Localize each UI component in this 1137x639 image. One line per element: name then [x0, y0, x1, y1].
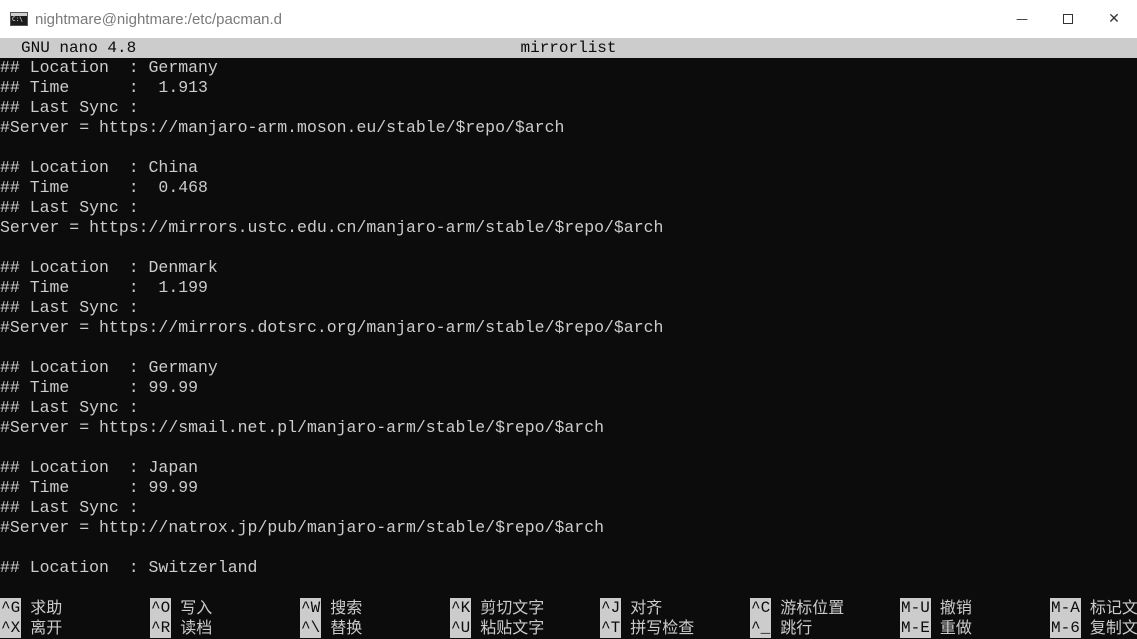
- shortcut-label: 标记文: [1089, 598, 1137, 617]
- editor-line[interactable]: ## Last Sync :: [0, 398, 1137, 418]
- editor-line[interactable]: ## Time : 99.99: [0, 478, 1137, 498]
- minimize-icon: —: [1016, 12, 1028, 26]
- editor-line[interactable]: #Server = https://manjaro-arm.moson.eu/s…: [0, 118, 1137, 138]
- shortcut-label: 跳行: [780, 618, 813, 637]
- shortcut-key: ^T: [600, 618, 622, 638]
- editor-line[interactable]: [0, 138, 1137, 158]
- shortcut-key: ^C: [750, 598, 772, 618]
- shortcut-label: 求助: [30, 598, 63, 617]
- shortcut-label: 读档: [180, 618, 213, 637]
- editor-line[interactable]: ## Time : 1.913: [0, 78, 1137, 98]
- shortcut-key: ^J: [600, 598, 622, 618]
- editor-line[interactable]: [0, 438, 1137, 458]
- shortcut-label: 复制文: [1089, 618, 1137, 637]
- shortcut-label: 拼写检查: [630, 618, 695, 637]
- shortcut-item: ^C 游标位置: [750, 598, 844, 618]
- close-icon: ✕: [1108, 11, 1120, 27]
- shortcut-label: 游标位置: [780, 598, 845, 617]
- shortcut-item: ^G 求助: [0, 598, 62, 618]
- editor-line[interactable]: ## Location : China: [0, 158, 1137, 178]
- editor-line[interactable]: ## Last Sync :: [0, 498, 1137, 518]
- minimize-button[interactable]: —: [999, 0, 1045, 38]
- editor-line[interactable]: [0, 578, 1137, 598]
- shortcut-label: 撤销: [939, 598, 972, 617]
- shortcut-item: ^\ 替换: [300, 618, 362, 638]
- shortcut-item: ^K 剪切文字: [450, 598, 544, 618]
- editor-line[interactable]: ## Time : 0.468: [0, 178, 1137, 198]
- editor-line[interactable]: ## Location : Japan: [0, 458, 1137, 478]
- shortcut-key: M-U: [900, 598, 931, 618]
- shortcut-item: M-E 重做: [900, 618, 972, 638]
- editor-line[interactable]: ## Time : 99.99: [0, 378, 1137, 398]
- editor-buffer[interactable]: ## Location : Germany ## Time : 1.913 ## L…: [0, 58, 1137, 598]
- shortcut-key: ^X: [0, 618, 22, 638]
- editor-line[interactable]: ## Location : Denmark: [0, 258, 1137, 278]
- shortcut-label: 搜索: [330, 598, 363, 617]
- shortcut-item: ^J 对齐: [600, 598, 662, 618]
- console-app-icon: [10, 12, 28, 26]
- shortcut-item: ^W 搜索: [300, 598, 362, 618]
- shortcut-key: ^K: [450, 598, 472, 618]
- shortcut-key: ^W: [300, 598, 322, 618]
- shortcut-item: M-U 撤销: [900, 598, 972, 618]
- shortcut-label: 替换: [330, 618, 363, 637]
- editor-line[interactable]: ## Location : Germany: [0, 358, 1137, 378]
- close-button[interactable]: ✕: [1091, 0, 1137, 38]
- editor-line[interactable]: #Server = http://natrox.jp/pub/manjaro-a…: [0, 518, 1137, 538]
- shortcut-item: ^X 离开: [0, 618, 62, 638]
- shortcut-key: ^_: [750, 618, 772, 638]
- editor-line[interactable]: ## Time : 1.199: [0, 278, 1137, 298]
- shortcut-item: ^_ 跳行: [750, 618, 812, 638]
- shortcut-key: ^U: [450, 618, 472, 638]
- shortcut-item: ^R 读档: [150, 618, 212, 638]
- terminal-window: nightmare@nightmare:/etc/pacman.d — ✕ GN…: [0, 0, 1137, 639]
- shortcut-label: 离开: [30, 618, 63, 637]
- editor-line[interactable]: #Server = https://smail.net.pl/manjaro-a…: [0, 418, 1137, 438]
- shortcut-item: ^T 拼写检查: [600, 618, 694, 638]
- editor-line[interactable]: ## Last Sync :: [0, 298, 1137, 318]
- shortcut-label: 写入: [180, 598, 213, 617]
- maximize-icon: [1063, 14, 1073, 24]
- editor-line[interactable]: ## Last Sync :: [0, 98, 1137, 118]
- shortcut-key: ^O: [150, 598, 172, 618]
- editor-line[interactable]: ## Location : Switzerland: [0, 558, 1137, 578]
- window-controls: — ✕: [999, 0, 1137, 38]
- shortcut-item: M-A 标记文: [1050, 598, 1137, 618]
- shortcut-item: ^U 粘贴文字: [450, 618, 544, 638]
- editor-line[interactable]: [0, 538, 1137, 558]
- nano-filename: mirrorlist: [520, 39, 617, 57]
- shortcut-label: 粘贴文字: [480, 618, 545, 637]
- shortcut-item: M-6 复制文: [1050, 618, 1137, 638]
- shortcut-key: M-E: [900, 618, 931, 638]
- shortcut-item: ^O 写入: [150, 598, 212, 618]
- editor-line[interactable]: #Server = https://mirrors.dotsrc.org/man…: [0, 318, 1137, 338]
- shortcut-key: ^R: [150, 618, 172, 638]
- shortcut-key: M-6: [1050, 618, 1081, 638]
- shortcut-label: 重做: [939, 618, 972, 637]
- shortcut-label: 剪切文字: [480, 598, 545, 617]
- editor-line[interactable]: ## Last Sync :: [0, 198, 1137, 218]
- window-title: nightmare@nightmare:/etc/pacman.d: [35, 10, 283, 28]
- nano-header-bar: GNU nano 4.8 mirrorlist: [0, 38, 1137, 58]
- shortcut-key: M-A: [1050, 598, 1081, 618]
- shortcut-bar: ^G 求助 ^O 写入 ^W 搜索 ^K 剪切文字 ^J 对齐 ^C 游标位置 M-U 撤销 M-A 标记文 ^…: [0, 598, 1137, 639]
- editor-line[interactable]: [0, 338, 1137, 358]
- editor-line[interactable]: [0, 238, 1137, 258]
- editor-line[interactable]: ## Location : Germany: [0, 58, 1137, 78]
- shortcut-label: 对齐: [630, 598, 663, 617]
- maximize-button[interactable]: [1045, 0, 1091, 38]
- shortcut-key: ^\: [300, 618, 322, 638]
- title-bar[interactable]: nightmare@nightmare:/etc/pacman.d — ✕: [0, 0, 1137, 38]
- shortcut-key: ^G: [0, 598, 22, 618]
- editor-line[interactable]: Server = https://mirrors.ustc.edu.cn/man…: [0, 218, 1137, 238]
